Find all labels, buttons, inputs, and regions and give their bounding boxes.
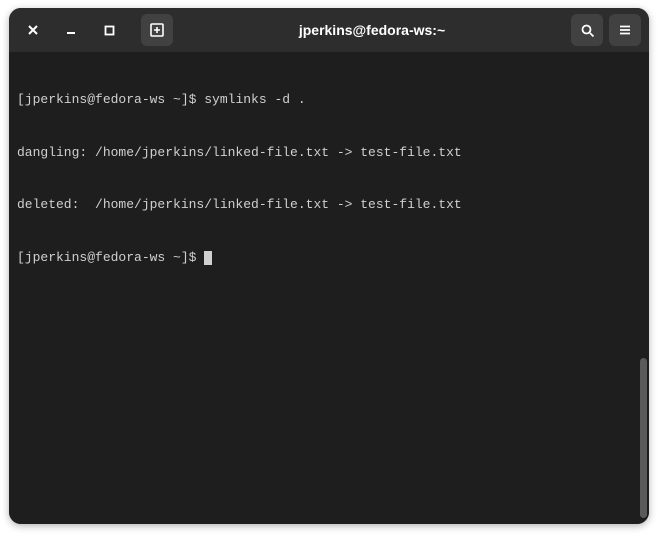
close-icon (27, 24, 39, 36)
output-text: deleted: /home/jperkins/linked-file.txt … (17, 197, 462, 212)
prompt: [jperkins@fedora-ws ~]$ (17, 92, 204, 107)
close-button[interactable] (17, 14, 49, 46)
terminal-line: deleted: /home/jperkins/linked-file.txt … (17, 196, 641, 214)
terminal-window: jperkins@fedora-ws:~ [jperkins@fedora-ws… (9, 8, 649, 524)
terminal-line: [jperkins@fedora-ws ~]$ symlinks -d . (17, 91, 641, 109)
minimize-icon (65, 24, 77, 36)
search-icon (580, 23, 595, 38)
titlebar: jperkins@fedora-ws:~ (9, 8, 649, 52)
terminal-line: [jperkins@fedora-ws ~]$ (17, 249, 641, 267)
terminal-line: dangling: /home/jperkins/linked-file.txt… (17, 144, 641, 162)
new-tab-button[interactable] (141, 14, 173, 46)
maximize-button[interactable] (93, 14, 125, 46)
window-title: jperkins@fedora-ws:~ (179, 22, 565, 38)
output-text: dangling: /home/jperkins/linked-file.txt… (17, 145, 462, 160)
scrollbar[interactable] (640, 358, 647, 518)
cursor (204, 251, 212, 265)
terminal-body[interactable]: [jperkins@fedora-ws ~]$ symlinks -d . da… (9, 52, 649, 524)
search-button[interactable] (571, 14, 603, 46)
menu-button[interactable] (609, 14, 641, 46)
minimize-button[interactable] (55, 14, 87, 46)
maximize-icon (104, 25, 115, 36)
hamburger-icon (618, 23, 632, 37)
prompt: [jperkins@fedora-ws ~]$ (17, 250, 204, 265)
command-text: symlinks -d . (204, 92, 305, 107)
titlebar-right (571, 14, 641, 46)
new-tab-icon (149, 22, 165, 38)
